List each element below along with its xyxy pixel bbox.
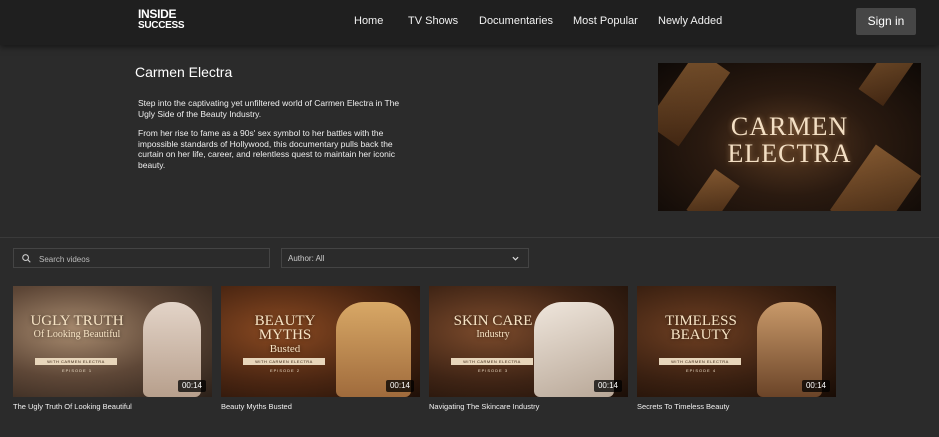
- nav-most-popular[interactable]: Most Popular: [573, 15, 638, 27]
- nav-documentaries[interactable]: Documentaries: [479, 15, 553, 27]
- hero-image-title: CARMEN ELECTRA: [658, 113, 921, 167]
- video-title[interactable]: Secrets To Timeless Beauty: [637, 402, 836, 411]
- thumbnail-title-line-2: Industry: [476, 329, 510, 340]
- video-thumbnail[interactable]: BEAUTY MYTHS Busted WITH CARMEN ELECTRA …: [221, 286, 420, 397]
- video-duration: 00:14: [385, 380, 414, 392]
- hero-image-title-line-1: CARMEN: [730, 112, 849, 141]
- search-icon: [22, 254, 31, 263]
- video-title[interactable]: Beauty Myths Busted: [221, 402, 420, 411]
- thumbnail-title-line-1: TIMELESS BEAUTY: [665, 313, 737, 343]
- thumbnail-subtitle: WITH CARMEN ELECTRA: [659, 358, 741, 365]
- logo-line-1: INSIDE: [138, 7, 177, 21]
- video-duration: 00:14: [801, 380, 830, 392]
- thumbnail-episode: EPISODE 3: [477, 368, 509, 373]
- thumbnail-episode: EPISODE 1: [61, 368, 93, 373]
- thumbnail-episode: EPISODE 4: [685, 368, 717, 373]
- author-dropdown-label: Author: All: [288, 254, 325, 263]
- author-dropdown[interactable]: Author: All: [281, 248, 529, 268]
- hero-image-title-line-2: ELECTRA: [727, 139, 852, 168]
- video-duration: 00:14: [593, 380, 622, 392]
- search-input[interactable]: [37, 251, 266, 268]
- thumbnail-subtitle: WITH CARMEN ELECTRA: [243, 358, 325, 365]
- thumbnail-subtitle: WITH CARMEN ELECTRA: [35, 358, 117, 365]
- inside-success-logo[interactable]: INSIDE SUCCESS: [138, 7, 185, 34]
- nav-newly-added[interactable]: Newly Added: [658, 15, 722, 27]
- video-card[interactable]: BEAUTY MYTHS Busted WITH CARMEN ELECTRA …: [221, 286, 420, 411]
- video-card[interactable]: UGLY TRUTH Of Looking Beautiful WITH CAR…: [13, 286, 212, 411]
- chevron-down-icon: [512, 256, 519, 261]
- thumbnail-title-line-1: BEAUTY MYTHS: [254, 313, 316, 343]
- thumbnail-episode: EPISODE 2: [269, 368, 301, 373]
- thumbnail-title-line-1: SKIN CARE: [453, 313, 533, 329]
- thumbnail-subtitle: WITH CARMEN ELECTRA: [451, 358, 533, 365]
- nav-tv-shows[interactable]: TV Shows: [408, 15, 458, 27]
- video-thumbnail[interactable]: SKIN CARE Industry WITH CARMEN ELECTRA E…: [429, 286, 628, 397]
- thumbnail-title: TIMELESS BEAUTY: [651, 313, 751, 343]
- top-navigation-bar: INSIDE SUCCESS Home TV Shows Documentari…: [0, 0, 939, 45]
- video-title[interactable]: Navigating The Skincare Industry: [429, 402, 628, 411]
- section-divider: [0, 237, 939, 238]
- nav-home[interactable]: Home: [354, 15, 383, 27]
- thumbnail-title: BEAUTY MYTHS Busted: [235, 314, 335, 356]
- sign-in-button[interactable]: Sign in: [856, 8, 916, 35]
- hero-banner-image: CARMEN ELECTRA: [658, 63, 921, 211]
- thumbnail-title-line-2: Of Looking Beautiful: [33, 329, 121, 340]
- video-card[interactable]: SKIN CARE Industry WITH CARMEN ELECTRA E…: [429, 286, 628, 411]
- hero-description: Step into the captivating yet unfiltered…: [138, 98, 400, 179]
- thumbnail-title: UGLY TRUTH Of Looking Beautiful: [27, 314, 127, 342]
- thumbnail-title-line-2: Busted: [269, 343, 301, 355]
- video-title[interactable]: The Ugly Truth Of Looking Beautiful: [13, 402, 212, 411]
- search-box[interactable]: [13, 248, 270, 268]
- thumbnail-title-line-1: UGLY TRUTH: [30, 313, 124, 329]
- page-title: Carmen Electra: [135, 64, 233, 80]
- video-thumbnail[interactable]: TIMELESS BEAUTY WITH CARMEN ELECTRA EPIS…: [637, 286, 836, 397]
- description-paragraph-1: Step into the captivating yet unfiltered…: [138, 98, 400, 119]
- description-paragraph-2: From her rise to fame as a 90s' sex symb…: [138, 128, 396, 170]
- video-card[interactable]: TIMELESS BEAUTY WITH CARMEN ELECTRA EPIS…: [637, 286, 836, 411]
- video-thumbnail[interactable]: UGLY TRUTH Of Looking Beautiful WITH CAR…: [13, 286, 212, 397]
- thumbnail-title: SKIN CARE Industry: [443, 314, 543, 342]
- logo-line-2: SUCCESS: [138, 20, 185, 31]
- video-duration: 00:14: [177, 380, 206, 392]
